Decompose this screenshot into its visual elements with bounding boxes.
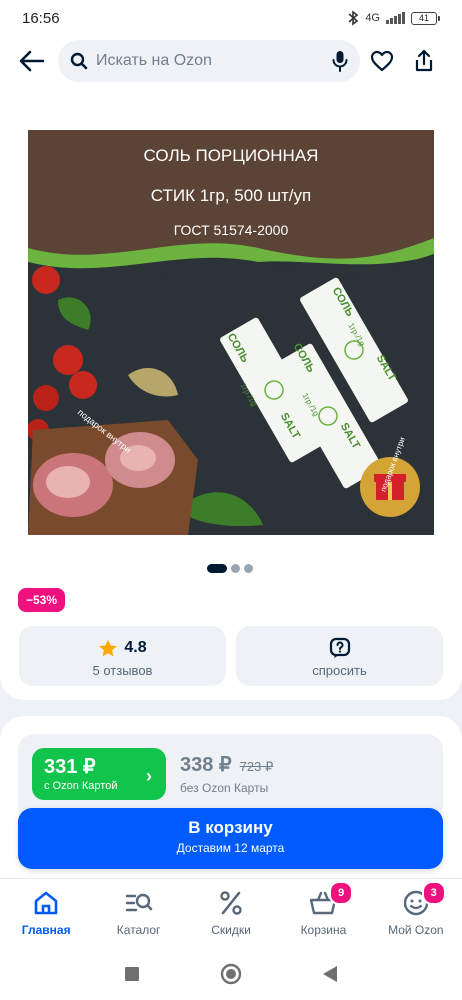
image-title-line-2: СТИК 1гр, 500 шт/уп [150, 186, 312, 205]
search-icon [70, 52, 88, 70]
carousel-dot[interactable] [244, 564, 253, 573]
product-image[interactable]: СОЛЬ ПОРЦИОННАЯ СТИК 1гр, 500 шт/уп ГОСТ… [28, 130, 434, 535]
image-title-line-1: СОЛЬ ПОРЦИОННАЯ [143, 146, 319, 165]
chevron-right-icon: › [146, 766, 152, 786]
status-bar: 16:56 4G 41 [0, 0, 462, 36]
image-title-line-3: ГОСТ 51574-2000 [173, 222, 289, 238]
profile-count-badge: 3 [421, 881, 446, 905]
ozon-card-price-button[interactable]: 331 ₽ с Ozon Картой › [32, 748, 166, 800]
signal-icon [386, 12, 405, 24]
microphone-icon[interactable] [332, 50, 348, 72]
nav-catalog[interactable]: Каталог [92, 879, 184, 948]
search-placeholder: Искать на Ozon [96, 52, 212, 69]
cart-count-badge: 9 [329, 881, 354, 905]
ozon-card-price: 331 ₽ [44, 756, 96, 778]
share-icon [415, 49, 433, 72]
star-icon [99, 639, 118, 656]
nav-home-label: Главная [21, 923, 71, 937]
product-card: СОЛЬ ПОРЦИОННАЯ СТИК 1гр, 500 шт/уп ГОСТ… [0, 86, 462, 700]
nav-cart-label: Корзина [300, 923, 347, 937]
nav-discounts[interactable]: Скидки [185, 879, 277, 948]
reviews-count: 5 отзывов [92, 663, 153, 678]
rating-tile[interactable]: 4.8 5 отзывов [19, 626, 226, 686]
delivery-date: Доставим 12 марта [176, 841, 285, 855]
regular-price-block: 338 ₽ 723 ₽ без Ozon Карты [180, 752, 273, 795]
ask-label: спросить [312, 663, 367, 678]
network-type: 4G [365, 12, 380, 24]
arrow-left-icon [19, 50, 45, 72]
catalog-icon [125, 893, 152, 912]
carousel-dot[interactable] [231, 564, 240, 573]
nav-profile[interactable]: 3 Мой Ozon [370, 879, 462, 948]
status-time: 16:56 [22, 9, 60, 27]
ask-question-tile[interactable]: спросить [236, 626, 443, 686]
battery-icon: 41 [411, 11, 440, 25]
question-bubble-icon [329, 637, 350, 658]
status-icons: 4G 41 [347, 10, 440, 26]
ozon-card-label: с Ozon Картой [44, 780, 118, 792]
regular-price: 338 ₽ [180, 754, 232, 776]
regular-price-label: без Ozon Карты [180, 781, 269, 795]
nav-home[interactable]: Главная [0, 879, 92, 948]
bottom-nav: Главная Каталог Скидки 9 Корзина 3 Мой O… [0, 878, 462, 948]
home-circle-icon[interactable] [220, 963, 242, 985]
add-to-cart-button[interactable]: В корзину Доставим 12 марта [18, 808, 443, 869]
heart-icon [370, 50, 394, 72]
discount-badge: −53% [18, 588, 66, 612]
old-price: 723 ₽ [239, 759, 274, 774]
back-triangle-icon[interactable] [322, 965, 338, 983]
search-input[interactable]: Искать на Ozon [58, 40, 360, 82]
share-button[interactable] [404, 41, 444, 81]
nav-catalog-label: Каталог [116, 923, 161, 937]
carousel-indicator [207, 564, 253, 573]
nav-discounts-label: Скидки [211, 923, 251, 937]
home-icon [34, 891, 58, 915]
battery-level: 41 [411, 11, 437, 25]
system-nav-bar [0, 948, 462, 1000]
percent-icon [220, 891, 242, 915]
add-to-cart-label: В корзину [188, 818, 273, 837]
favorite-button[interactable] [362, 41, 402, 81]
bluetooth-icon [348, 10, 359, 26]
back-button[interactable] [12, 41, 52, 81]
carousel-dot[interactable] [207, 564, 227, 573]
nav-cart[interactable]: 9 Корзина [277, 879, 369, 948]
nav-profile-label: Мой Ozon [388, 923, 444, 937]
recent-apps-icon[interactable] [124, 966, 140, 982]
rating-value: 4.8 [124, 639, 147, 656]
top-bar: Искать на Ozon [0, 36, 462, 86]
